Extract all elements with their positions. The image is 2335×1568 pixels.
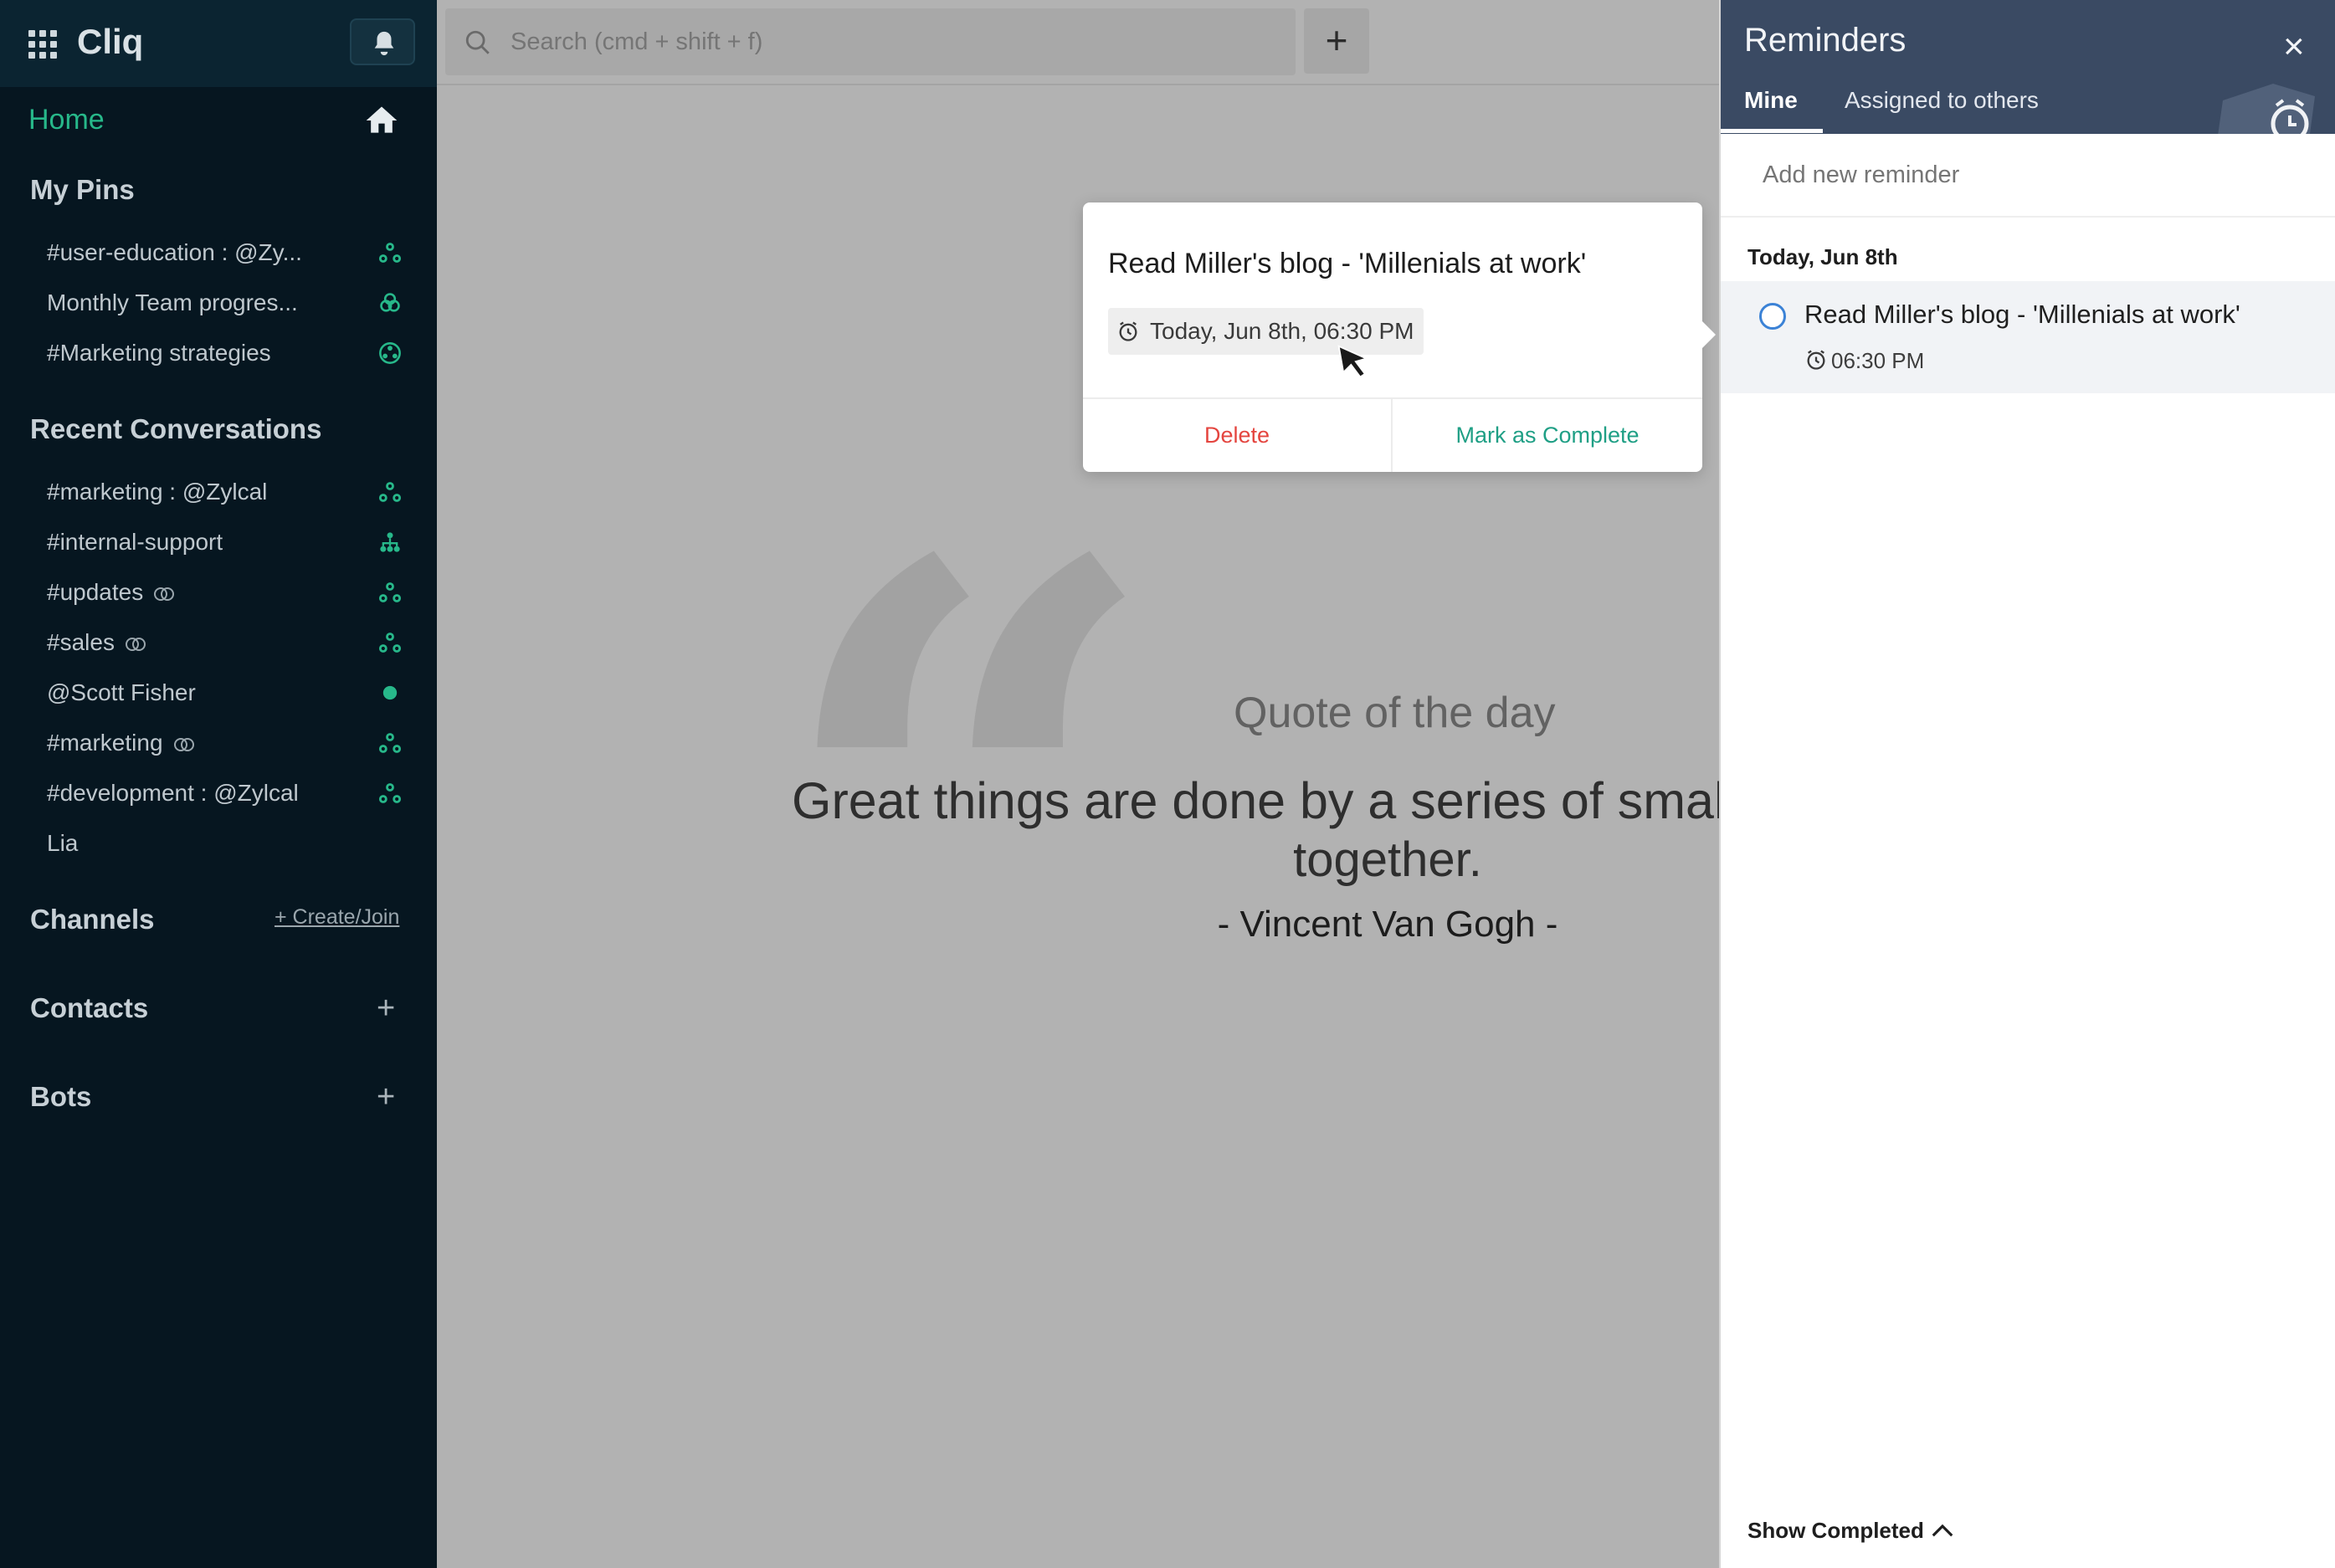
conversation-label-text: #marketing — [47, 730, 163, 756]
popup-reminder-time[interactable]: Today, Jun 8th, 06:30 PM — [1108, 308, 1424, 355]
conversation-item-sales[interactable]: #sales — [47, 621, 415, 664]
conversation-label: @Scott Fisher — [47, 679, 196, 705]
tab-mine-underline — [1721, 129, 1823, 133]
shared-link-icon — [173, 737, 194, 751]
my-pins-title: My Pins — [30, 174, 135, 205]
team-channel-icon — [378, 733, 402, 753]
tab-mine[interactable]: Mine — [1744, 87, 1798, 114]
sidebar: Cliq Home My Pins #user-education : @Zy.… — [0, 0, 437, 1568]
reminders-title: Reminders — [1744, 22, 1906, 59]
notifications-button[interactable] — [350, 18, 415, 65]
home-nav-item[interactable]: Home — [0, 87, 437, 154]
conversation-item-marketing[interactable]: #marketing — [47, 721, 415, 765]
pin-item-monthly-team[interactable]: Monthly Team progres... — [47, 281, 415, 325]
org-channel-icon — [379, 342, 401, 364]
pin-item-label: #Marketing strategies — [47, 340, 271, 366]
quote-text-line1: Great things are done by a series of sma… — [792, 772, 1805, 829]
close-icon[interactable]: × — [2283, 28, 2305, 65]
conversation-label: #development : @Zylcal — [47, 780, 299, 806]
reminders-header: Reminders × Mine Assigned to others — [1721, 0, 2335, 134]
reminders-panel: Reminders × Mine Assigned to others Toda… — [1719, 0, 2335, 1568]
conversation-item-internal-support[interactable]: #internal-support — [47, 520, 415, 564]
apps-grid-icon[interactable] — [28, 30, 57, 59]
add-bot-button[interactable]: + — [377, 1081, 395, 1113]
team-channel-icon — [378, 582, 402, 602]
hierarchy-icon — [380, 532, 400, 552]
conversation-label: #sales — [47, 629, 148, 656]
mark-complete-button[interactable]: Mark as Complete — [1393, 399, 1702, 472]
brand-logo: Cliq — [77, 22, 144, 61]
reminder-list-item[interactable]: Read Miller's blog - 'Millenials at work… — [1721, 281, 2335, 393]
shared-link-icon — [125, 637, 146, 651]
reminder-complete-checkbox[interactable] — [1759, 303, 1786, 330]
pin-item-user-education[interactable]: #user-education : @Zy... — [47, 231, 415, 274]
reminder-item-time: 06:30 PM — [1831, 348, 1925, 373]
alarm-clock-icon — [1807, 350, 1825, 370]
alarm-clock-icon — [1119, 321, 1137, 341]
tab-assigned-to-others[interactable]: Assigned to others — [1845, 87, 2039, 114]
pin-item-label: Monthly Team progres... — [47, 290, 298, 315]
team-channel-icon — [378, 783, 402, 803]
reminder-day-label: Today, Jun 8th — [1747, 244, 1898, 269]
main-divider — [437, 84, 1719, 85]
home-icon — [366, 106, 398, 133]
conversation-item-scott-fisher[interactable]: @Scott Fisher — [47, 671, 415, 715]
conversation-label: #internal-support — [47, 529, 223, 555]
bots-title[interactable]: Bots — [30, 1081, 91, 1113]
team-channel-icon — [378, 243, 402, 263]
reminder-clock-decoration-icon — [2218, 84, 2315, 134]
conversation-label: #marketing — [47, 730, 197, 756]
team-channel-icon — [378, 633, 402, 653]
pin-item-label: #user-education : @Zy... — [47, 239, 302, 265]
popup-reminder-title: Read Miller's blog - 'Millenials at work… — [1108, 248, 1587, 279]
add-contact-button[interactable]: + — [377, 992, 395, 1024]
add-reminder-input[interactable] — [1721, 134, 2335, 218]
conversation-label-text: #updates — [47, 579, 144, 605]
search-icon — [465, 30, 490, 54]
mouse-cursor-icon — [1337, 345, 1369, 378]
chevron-up-icon[interactable] — [1930, 1521, 1955, 1540]
new-item-button[interactable]: + — [1304, 8, 1369, 74]
online-status-icon — [382, 685, 398, 700]
reminder-detail-popup: Read Miller's blog - 'Millenials at work… — [1083, 202, 1716, 472]
group-icon — [380, 293, 400, 312]
conversation-label: #marketing : @Zylcal — [47, 479, 268, 505]
contacts-title[interactable]: Contacts — [30, 992, 148, 1024]
pin-item-marketing-strategies[interactable]: #Marketing strategies — [47, 331, 415, 375]
conversation-label: #updates — [47, 579, 177, 606]
conversation-label-text: #sales — [47, 629, 115, 655]
popup-time-text: Today, Jun 8th, 06:30 PM — [1150, 318, 1414, 344]
conversation-item-updates[interactable]: #updates — [47, 571, 415, 614]
recent-conversations-title: Recent Conversations — [30, 413, 322, 444]
search-input[interactable] — [445, 8, 1296, 75]
bell-icon — [374, 31, 394, 56]
show-completed-toggle[interactable]: Show Completed — [1747, 1518, 1924, 1544]
conversation-item-development-zylcal[interactable]: #development : @Zylcal — [47, 771, 415, 815]
team-channel-icon — [378, 482, 402, 502]
conversation-item-marketing-zylcal[interactable]: #marketing : @Zylcal — [47, 470, 415, 514]
home-label: Home — [28, 104, 105, 136]
reminder-item-title: Read Miller's blog - 'Millenials at work… — [1804, 300, 2240, 329]
shared-link-icon — [154, 587, 175, 601]
delete-button[interactable]: Delete — [1083, 399, 1391, 472]
sidebar-topbar: Cliq — [0, 0, 437, 87]
